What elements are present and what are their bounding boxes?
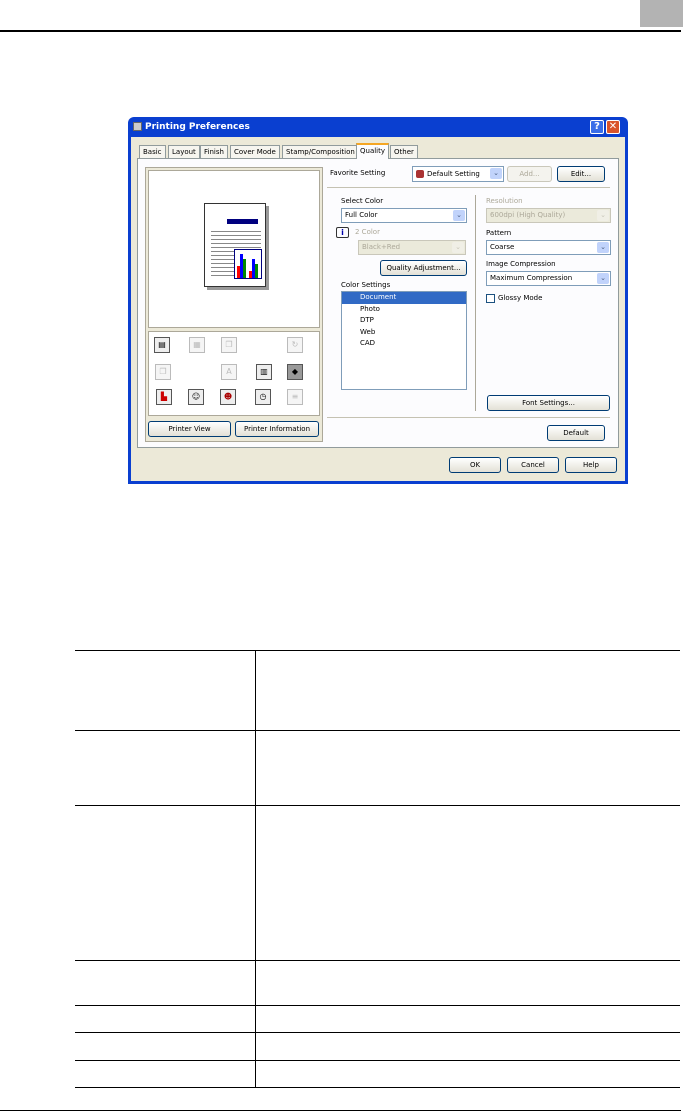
chart-thumbnail	[234, 249, 262, 279]
table-rule	[75, 1005, 680, 1006]
schedule-icon: ◷	[255, 389, 271, 405]
footer-rule	[0, 1110, 681, 1111]
list-item[interactable]: Document	[342, 292, 466, 304]
color-settings-label: Color Settings	[341, 281, 391, 289]
chevron-down-icon: ⌄	[597, 242, 609, 253]
two-color-dropdown[interactable]: Black+Red ⌄	[358, 240, 466, 255]
tab-stamp-composition[interactable]: Stamp/Composition	[282, 145, 359, 158]
favorite-setting-dropdown[interactable]: Default Setting ⌄	[412, 166, 504, 182]
image-compression-label: Image Compression	[486, 260, 556, 268]
document-color-icon: ▙	[156, 389, 172, 405]
resolution-dropdown[interactable]: 600dpi (High Quality) ⌄	[486, 208, 611, 223]
copies-icon: ❐	[221, 337, 237, 353]
separator	[327, 417, 610, 418]
chevron-down-icon: ⌄	[597, 210, 609, 221]
chevron-down-icon: ⌄	[490, 168, 502, 179]
table-rule	[75, 650, 680, 651]
list-item[interactable]: Photo	[342, 304, 466, 316]
help-title-button[interactable]: ?	[590, 120, 604, 134]
tab-cover-mode[interactable]: Cover Mode	[230, 145, 280, 158]
dialog-title: Printing Preferences	[145, 122, 250, 132]
tray-icon: ≡	[287, 389, 303, 405]
tab-basic[interactable]: Basic	[139, 145, 166, 158]
document-thumbnail	[204, 203, 266, 287]
vertical-divider	[475, 195, 476, 411]
list-item[interactable]: DTP	[342, 315, 466, 327]
table-rule	[75, 960, 680, 961]
user-icon: ☺	[188, 389, 204, 405]
default-button[interactable]: Default	[547, 425, 605, 441]
quality-adjustment-button[interactable]: Quality Adjustment...	[380, 260, 467, 276]
combination-icon: ▦	[189, 337, 205, 353]
glossy-mode-label: Glossy Mode	[498, 294, 543, 302]
help-button[interactable]: Help	[565, 457, 617, 473]
book-icon: ◆	[287, 364, 303, 380]
tab-other[interactable]: Other	[390, 145, 418, 158]
separator	[327, 187, 610, 188]
image-compression-value: Maximum Compression	[490, 274, 573, 282]
collate-icon: ❐	[155, 364, 171, 380]
header-rule	[0, 30, 681, 32]
ok-button[interactable]: OK	[449, 457, 501, 473]
list-item[interactable]: CAD	[342, 338, 466, 350]
rotate-icon: ↻	[287, 337, 303, 353]
info-icon: i	[336, 227, 349, 238]
cancel-button[interactable]: Cancel	[507, 457, 559, 473]
font-settings-button[interactable]: Font Settings...	[487, 395, 610, 411]
chevron-down-icon: ⌄	[453, 210, 465, 221]
table-rule	[75, 805, 680, 806]
chevron-down-icon: ⌄	[452, 242, 464, 253]
table-rule	[75, 1087, 680, 1088]
printer-view-button[interactable]: Printer View	[148, 421, 231, 437]
chevron-down-icon: ⌄	[597, 273, 609, 284]
resolution-value: 600dpi (High Quality)	[490, 211, 566, 219]
pattern-value: Coarse	[490, 243, 515, 251]
table-rule	[75, 730, 680, 731]
select-color-dropdown[interactable]: Full Color ⌄	[341, 208, 467, 223]
tab-layout[interactable]: Layout	[168, 145, 200, 158]
page-number-box	[640, 0, 683, 27]
favorite-icon	[416, 170, 424, 178]
tab-finish[interactable]: Finish	[200, 145, 228, 158]
two-color-value: Black+Red	[362, 243, 401, 251]
select-color-value: Full Color	[345, 211, 378, 219]
close-button[interactable]: ✕	[606, 120, 620, 134]
favorite-setting-value: Default Setting	[427, 170, 480, 178]
printer-information-button[interactable]: Printer Information	[235, 421, 319, 437]
table-rule	[75, 1032, 680, 1033]
resolution-label: Resolution	[486, 197, 523, 205]
pattern-dropdown[interactable]: Coarse ⌄	[486, 240, 611, 255]
two-color-label: 2 Color	[355, 228, 380, 236]
table-column-divider	[255, 650, 256, 1087]
image-compression-dropdown[interactable]: Maximum Compression ⌄	[486, 271, 611, 286]
account-icon: ☻	[220, 389, 236, 405]
edit-button[interactable]: Edit...	[557, 166, 605, 182]
pattern-label: Pattern	[486, 229, 512, 237]
favorite-setting-label: Favorite Setting	[330, 169, 386, 177]
color-settings-list[interactable]: Document Photo DTP Web CAD	[341, 291, 467, 390]
printer-icon	[133, 122, 142, 131]
form-icon: ▥	[256, 364, 272, 380]
output-icon: ▤	[154, 337, 170, 353]
list-item[interactable]: Web	[342, 327, 466, 339]
font-icon: A	[221, 364, 237, 380]
glossy-mode-checkbox[interactable]	[486, 294, 495, 303]
select-color-label: Select Color	[341, 197, 384, 205]
tab-quality[interactable]: Quality	[356, 143, 390, 159]
table-rule	[75, 1060, 680, 1061]
add-button[interactable]: Add...	[507, 166, 552, 182]
